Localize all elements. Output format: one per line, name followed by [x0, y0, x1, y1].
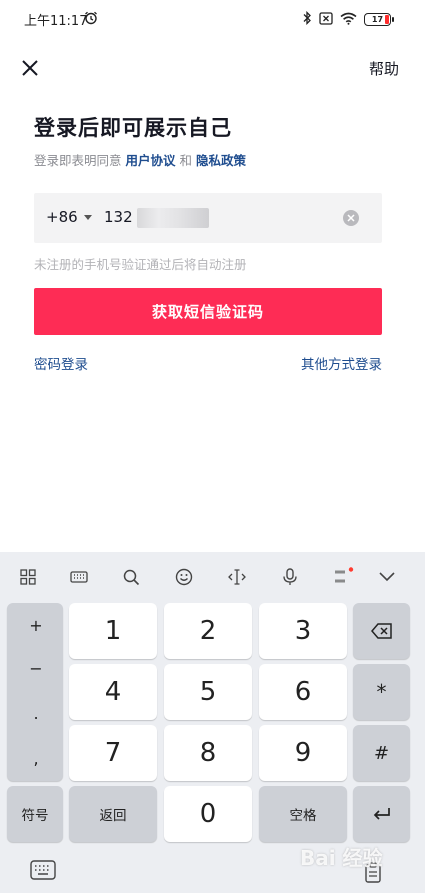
health-knowledge-icon[interactable]	[332, 566, 356, 588]
wifi-icon	[340, 10, 357, 29]
backspace-key[interactable]	[353, 603, 410, 659]
page-title: 登录后即可展示自己	[34, 116, 232, 140]
symbol-key-dot[interactable]: .	[5, 700, 67, 726]
backspace-icon	[370, 623, 392, 639]
battery-icon: 17	[364, 13, 394, 26]
status-icons: 17	[302, 10, 394, 29]
clear-input-button[interactable]	[343, 210, 359, 226]
close-icon	[22, 60, 38, 76]
key-5[interactable]: 5	[164, 664, 252, 720]
clear-icon	[347, 214, 355, 222]
agreement-and: 和	[179, 153, 193, 168]
key-3[interactable]: 3	[259, 603, 347, 659]
no-sim-icon	[319, 10, 333, 29]
user-agreement-link[interactable]: 用户协议	[126, 153, 176, 168]
caret-down-icon	[83, 214, 92, 220]
chevron-down-icon[interactable]	[376, 566, 398, 588]
register-hint: 未注册的手机号验证通过后将自动注册	[34, 257, 247, 272]
agreement-prefix: 登录即表明同意	[34, 153, 122, 168]
key-2[interactable]: 2	[164, 603, 252, 659]
agreement-text: 登录即表明同意 用户协议 和 隐私政策	[34, 150, 246, 169]
key-0[interactable]: 0	[164, 786, 252, 842]
key-4[interactable]: 4	[69, 664, 157, 720]
phone-number-field[interactable]: 132	[104, 208, 133, 226]
key-6[interactable]: 6	[259, 664, 347, 720]
close-button[interactable]	[16, 54, 44, 82]
search-icon[interactable]	[120, 566, 142, 588]
grid-icon[interactable]	[17, 566, 39, 588]
asterisk-key[interactable]: *	[353, 664, 410, 720]
symbol-key-plus[interactable]: +	[5, 612, 67, 638]
key-1[interactable]: 1	[69, 603, 157, 659]
status-time: 上午11:17	[24, 14, 88, 29]
key-8[interactable]: 8	[164, 725, 252, 781]
symbols-key[interactable]: 符号	[7, 786, 63, 842]
enter-key[interactable]	[353, 786, 410, 842]
keyboard-toolbar	[0, 552, 425, 602]
password-login-link[interactable]: 密码登录	[34, 353, 88, 373]
enter-icon	[373, 808, 390, 820]
space-key[interactable]: 空格	[259, 786, 347, 842]
get-sms-code-button[interactable]: 获取短信验证码	[34, 288, 382, 335]
redacted-digits	[137, 208, 209, 228]
key-7[interactable]: 7	[69, 725, 157, 781]
hash-key[interactable]: #	[353, 725, 410, 781]
country-code-selector[interactable]: +86	[46, 208, 92, 226]
symbol-key-comma[interactable]: ,	[5, 745, 67, 771]
alarm-icon	[84, 10, 98, 29]
watermark: Bai 经验	[300, 846, 383, 870]
country-code: +86	[46, 208, 78, 226]
other-login-link[interactable]: 其他方式登录	[301, 353, 382, 373]
keyboard-icon[interactable]	[68, 566, 90, 588]
back-key[interactable]: 返回	[69, 786, 157, 842]
phone-input-box[interactable]: +86 132	[34, 193, 382, 243]
mic-icon[interactable]	[279, 566, 301, 588]
key-9[interactable]: 9	[259, 725, 347, 781]
help-button[interactable]: 帮助	[369, 58, 399, 79]
battery-level: 17	[371, 15, 384, 24]
symbol-key-minus[interactable]: −	[5, 655, 67, 681]
emoji-icon[interactable]	[173, 566, 195, 588]
bluetooth-icon	[302, 10, 312, 29]
switch-keyboard-icon[interactable]	[30, 860, 56, 880]
cursor-icon[interactable]	[226, 566, 248, 588]
privacy-policy-link[interactable]: 隐私政策	[196, 153, 246, 168]
status-bar: 上午11:17 17	[0, 0, 425, 38]
